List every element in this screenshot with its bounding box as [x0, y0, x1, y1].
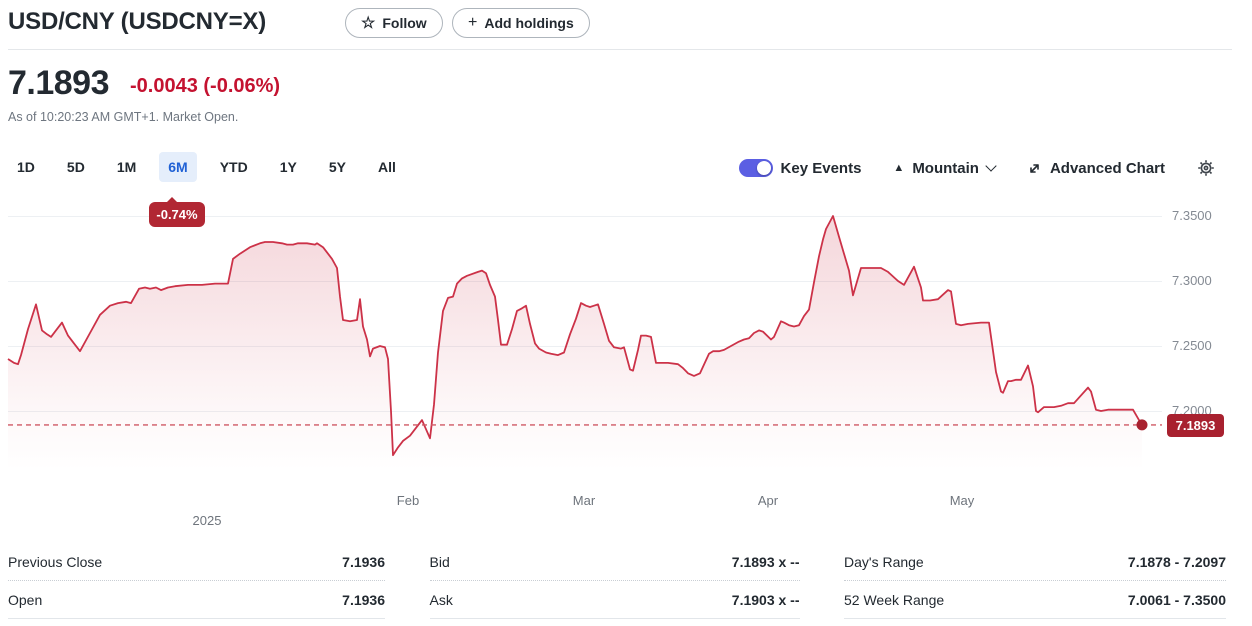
range-tab-5d[interactable]: 5D: [58, 152, 94, 182]
key-events-toggle[interactable]: [739, 159, 773, 177]
price-change: -0.0043 (-0.06%): [130, 75, 280, 98]
range-tab-1m[interactable]: 1M: [108, 152, 145, 182]
stat-value: 7.1936: [342, 554, 385, 570]
quote-statistics: Previous Close 7.1936 Open 7.1936 Bid 7.…: [8, 544, 1226, 619]
range-tab-bar: 1D 5D 1M 6M YTD 1Y 5Y All: [8, 152, 405, 182]
y-axis-tick: 7.3000: [1172, 273, 1212, 288]
current-price: 7.1893: [8, 64, 109, 103]
as-of-text: As of 10:20:23 AM GMT+1. Market Open.: [8, 110, 238, 124]
stat-value: 7.0061 - 7.3500: [1128, 592, 1226, 608]
price-chart[interactable]: [8, 196, 1162, 486]
follow-label: Follow: [382, 15, 426, 31]
stat-value: 7.1893 x --: [732, 554, 800, 570]
x-axis-month-label: Mar: [573, 493, 595, 508]
range-tab-1y[interactable]: 1Y: [271, 152, 306, 182]
x-axis-month-label: May: [950, 493, 975, 508]
stat-value: 7.1903 x --: [732, 592, 800, 608]
range-tab-5y[interactable]: 5Y: [320, 152, 355, 182]
stat-label: Day's Range: [844, 554, 924, 570]
stat-value: 7.1936: [342, 592, 385, 608]
y-axis-tick: 7.2500: [1172, 338, 1212, 353]
mountain-icon: ▲: [893, 163, 904, 174]
range-tab-1d[interactable]: 1D: [8, 152, 44, 182]
stat-label: Previous Close: [8, 554, 102, 570]
add-holdings-button[interactable]: + Add holdings: [452, 8, 590, 38]
page-title: USD/CNY (USDCNY=X): [8, 8, 266, 36]
range-tab-6m[interactable]: 6M: [159, 152, 196, 182]
range-tab-ytd[interactable]: YTD: [211, 152, 257, 182]
stat-days-range: Day's Range 7.1878 - 7.2097: [844, 544, 1226, 581]
current-price-pill: 7.1893: [1167, 414, 1224, 437]
key-events-label: Key Events: [781, 160, 862, 177]
stat-value: 7.1878 - 7.2097: [1128, 554, 1226, 570]
x-axis-month-label: Apr: [758, 493, 778, 508]
follow-button[interactable]: ☆ Follow: [345, 8, 443, 38]
range-tab-all[interactable]: All: [369, 152, 405, 182]
chart-controls: Key Events ▲ Mountain Advanced Chart: [739, 152, 1215, 184]
stat-label: Ask: [430, 592, 453, 608]
star-icon: ☆: [361, 13, 375, 33]
x-axis-year-label: 2025: [193, 513, 222, 528]
toggle-knob: [757, 161, 771, 175]
chart-type-dropdown[interactable]: ▲ Mountain: [893, 160, 995, 177]
stat-label: Bid: [430, 554, 450, 570]
stat-bid: Bid 7.1893 x --: [430, 544, 800, 581]
add-holdings-label: Add holdings: [484, 15, 573, 31]
key-events-control: Key Events: [739, 159, 862, 177]
header-divider: [8, 49, 1232, 50]
stat-ask: Ask 7.1903 x --: [430, 581, 800, 619]
stat-label: Open: [8, 592, 42, 608]
stat-previous-close: Previous Close 7.1936: [8, 544, 385, 581]
advanced-chart-link[interactable]: Advanced Chart: [1027, 160, 1165, 177]
x-axis-month-label: Feb: [397, 493, 419, 508]
chart-type-label: Mountain: [912, 160, 979, 177]
plus-icon: +: [468, 14, 477, 32]
advanced-chart-label: Advanced Chart: [1050, 160, 1165, 177]
stat-open: Open 7.1936: [8, 581, 385, 619]
range-change-badge: -0.74%: [149, 202, 205, 227]
gear-icon[interactable]: [1197, 159, 1215, 177]
stat-52-week-range: 52 Week Range 7.0061 - 7.3500: [844, 581, 1226, 619]
expand-diagonal-icon: [1027, 161, 1042, 176]
chevron-down-icon: [985, 160, 996, 171]
stat-label: 52 Week Range: [844, 592, 944, 608]
y-axis-tick: 7.3500: [1172, 208, 1212, 223]
